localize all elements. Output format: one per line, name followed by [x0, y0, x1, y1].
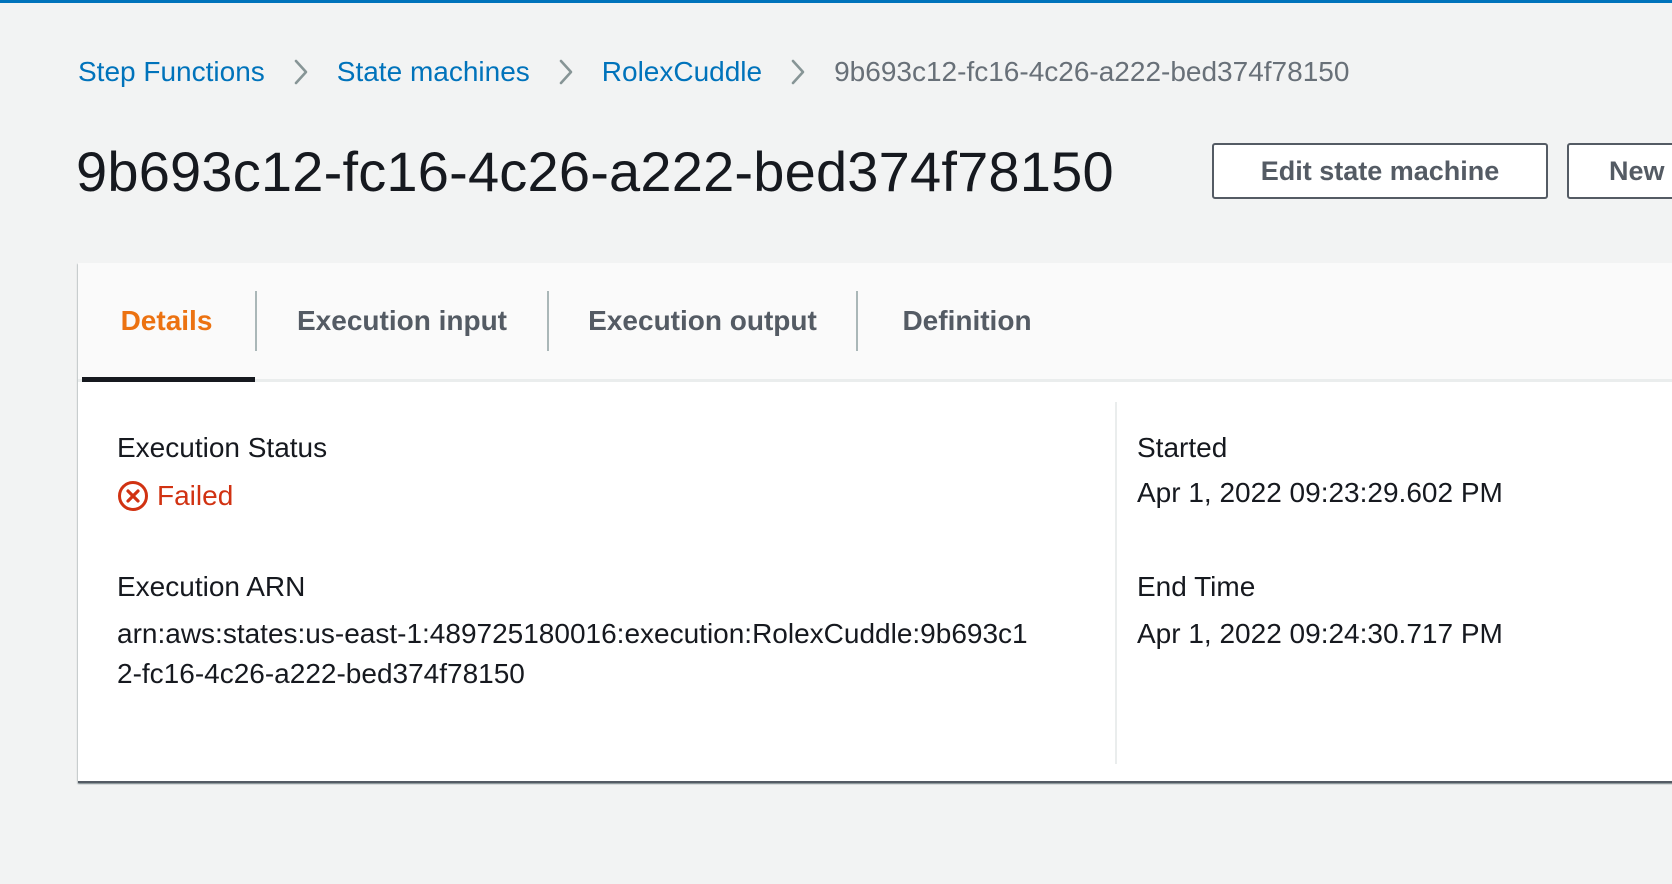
execution-status-label: Execution Status: [117, 432, 328, 463]
chevron-right-icon: [265, 50, 337, 94]
edit-state-machine-button[interactable]: Edit state machine: [1212, 143, 1548, 199]
status-text: Failed: [157, 480, 234, 511]
tab-execution-output[interactable]: Execution output: [549, 263, 856, 379]
tab-bar: Details Execution input Execution output…: [78, 263, 1672, 382]
tab-definition[interactable]: Definition: [858, 263, 1076, 379]
execution-arn-label: Execution ARN: [117, 571, 306, 602]
new-execution-button[interactable]: New: [1567, 143, 1672, 199]
execution-details-panel: Details Execution input Execution output…: [78, 263, 1672, 783]
end-time-value: Apr 1, 2022 09:24:30.717 PM: [1137, 618, 1503, 649]
breadcrumb-step-functions[interactable]: Step Functions: [78, 56, 265, 88]
chevron-right-icon: [762, 50, 834, 94]
top-accent-bar: [0, 0, 1672, 3]
column-divider: [1115, 402, 1117, 764]
tab-execution-input[interactable]: Execution input: [257, 263, 547, 379]
breadcrumb-current-execution: 9b693c12-fc16-4c26-a222-bed374f78150: [834, 56, 1350, 87]
started-value: Apr 1, 2022 09:23:29.602 PM: [1137, 477, 1503, 508]
tab-details[interactable]: Details: [78, 263, 255, 382]
execution-arn-value: arn:aws:states:us-east-1:489725180016:ex…: [117, 618, 1028, 689]
breadcrumb: Step Functions State machines RolexCuddl…: [78, 50, 1349, 94]
breadcrumb-state-machine-name[interactable]: RolexCuddle: [602, 56, 762, 88]
started-label: Started: [1137, 432, 1228, 463]
chevron-right-icon: [530, 50, 602, 94]
execution-status-value: Failed: [117, 480, 233, 512]
page-title: 9b693c12-fc16-4c26-a222-bed374f78150: [76, 140, 1114, 203]
breadcrumb-state-machines[interactable]: State machines: [337, 56, 530, 88]
details-content: Execution Status Failed Execution ARN ar…: [78, 382, 1672, 781]
end-time-label: End Time: [1137, 571, 1256, 602]
x-circle-icon: [117, 480, 149, 512]
